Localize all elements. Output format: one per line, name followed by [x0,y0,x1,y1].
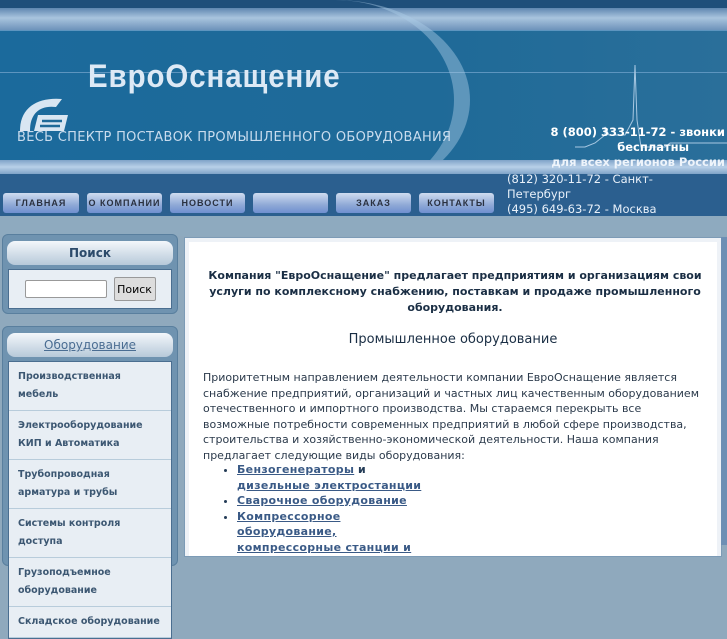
diesel-stations-link[interactable]: дизельные электростанции [237,479,421,492]
equipment-box: Оборудование Производственная мебель Эле… [2,326,178,639]
list-item: Компрессорное оборудование, компрессорны… [237,509,427,556]
search-input[interactable] [24,280,107,298]
category-link[interactable]: Трубопроводная арматура и трубы [9,460,171,509]
search-box: Поиск Поиск [2,234,178,314]
spb-phone: (812) 320-11-72 - Санкт-Петербург [507,172,653,201]
section-title: Промышленное оборудование [348,332,558,347]
description: Приоритетным направлением деятельности к… [203,371,699,462]
category-link[interactable]: Системы контроля доступа [9,509,171,558]
category-link[interactable]: Складское оборудование [9,607,171,638]
equipment-title[interactable]: Оборудование [7,333,173,357]
tagline: ВЕСЬ СПЕКТР ПОСТАВОК ПРОМЫШЛЕННОГО ОБОРУ… [17,130,452,145]
free-phone-note: бесплатны [617,140,689,154]
nav-order[interactable]: ЗАКАЗ [336,193,411,213]
compressor-link[interactable]: Компрессорное оборудование, компрессорны… [237,510,411,554]
main-content: Компания "ЕвроОснащение" предлагает пред… [184,237,722,557]
free-phone-number: 8 (800) 333-11-72 - звонки [550,125,725,139]
equipment-list: Бензогенераторы и дизельные электростанци… [223,462,427,555]
nav-news[interactable]: НОВОСТИ [170,193,245,213]
gasoline-generators-link[interactable]: Бензогенераторы [237,463,354,476]
logo-icon [20,98,68,131]
msk-phone: (495) 649-63-72 - Москва [507,202,657,216]
search-button[interactable]: Поиск [113,277,156,301]
category-link[interactable]: Электрооборудование КИП и Автоматика [9,411,171,460]
scrollbar[interactable] [721,237,727,545]
category-link[interactable]: Грузоподъемное оборудование [9,558,171,607]
nav-underband [0,216,727,236]
category-link[interactable]: Производственная мебель [9,362,171,411]
welding-link[interactable]: Сварочное оборудование [237,494,407,507]
search-title: Поиск [7,241,173,265]
and-text: и [354,463,366,476]
nav-about[interactable]: О КОМПАНИИ [87,193,162,213]
nav-home[interactable]: ГЛАВНАЯ [3,193,79,213]
list-item: Сварочное оборудование [237,493,427,509]
nav-blank[interactable] [253,193,328,213]
free-phone-region: для всех регионов России [551,155,725,169]
brand-name[interactable]: ЕвроОснащение [88,58,341,95]
free-phone: 8 (800) 333-11-72 - звонки бесплатны для… [550,125,725,170]
main-nav: ГЛАВНАЯ О КОМПАНИИ НОВОСТИ ЗАКАЗ КОНТАКТ… [0,193,494,213]
regional-phones: (812) 320-11-72 - Санкт-Петербург (495) … [507,172,677,217]
nav-contacts[interactable]: КОНТАКТЫ [419,193,494,213]
intro-text: Компания "ЕвроОснащение" предлагает пред… [208,269,702,314]
list-item: Бензогенераторы и дизельные электростанци… [237,462,427,493]
